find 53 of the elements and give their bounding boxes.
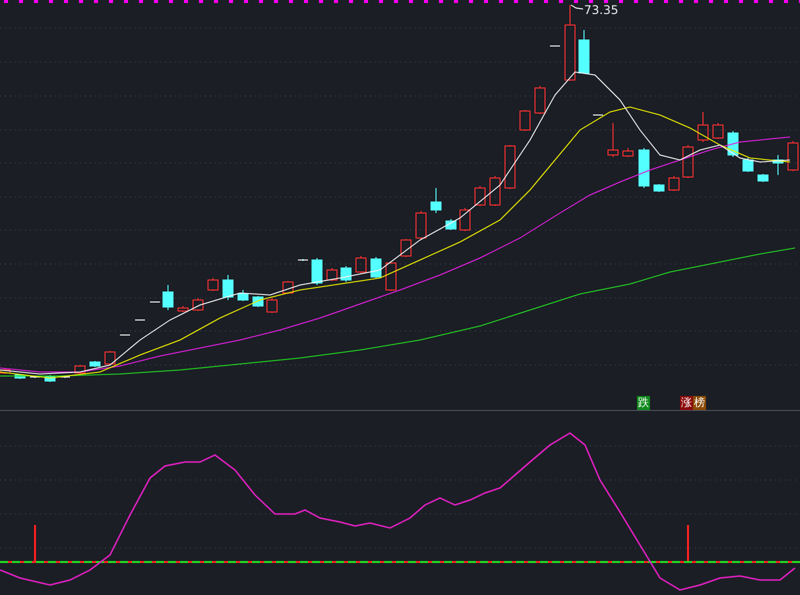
candlestick [698, 112, 708, 142]
candlestick [622, 148, 634, 158]
candlestick [340, 266, 352, 282]
candlestick [14, 374, 26, 380]
candlestick [400, 238, 412, 258]
candlestick [282, 280, 294, 294]
signal-tag: 涨 [680, 396, 693, 410]
candlestick [312, 258, 322, 286]
candlestick [772, 154, 784, 176]
candlestick [608, 122, 618, 158]
candlestick [104, 350, 116, 366]
candlestick [222, 274, 234, 300]
candlestick [60, 376, 70, 378]
candlestick [758, 174, 768, 182]
candlestick [712, 122, 724, 140]
candlestick [208, 278, 218, 292]
candlestick [474, 186, 486, 206]
candlestick [74, 364, 86, 374]
candlestick [238, 290, 248, 302]
candlestick [90, 360, 100, 368]
candlestick [192, 298, 204, 312]
candlestick [788, 140, 798, 172]
leader-line [570, 4, 584, 10]
candlestick [534, 86, 546, 114]
candlestick [460, 208, 470, 232]
high-price-label: 73.35 [584, 3, 618, 17]
candlestick [504, 144, 516, 190]
candlestick [386, 262, 396, 292]
candlestick [520, 110, 530, 132]
candlestick [356, 256, 366, 274]
candlestick [638, 148, 650, 188]
candlestick [416, 210, 426, 240]
candlestick [266, 298, 278, 314]
candlestick [252, 296, 264, 308]
candlestick [578, 30, 590, 74]
candlestick [44, 374, 56, 382]
candlestick [654, 184, 664, 192]
candlestick [742, 158, 754, 172]
candlestick [120, 334, 130, 336]
candlestick [592, 114, 604, 116]
signal-tag: 跌 [637, 396, 650, 410]
candlestick [162, 284, 174, 310]
candlestick [0, 368, 10, 374]
candlestick [430, 188, 442, 214]
candlestick [682, 144, 694, 178]
candlestick [298, 258, 308, 262]
candlestick [668, 176, 680, 192]
candlestick [370, 256, 382, 278]
candlestick [178, 306, 188, 312]
candlestick [490, 176, 500, 206]
candlestick [326, 268, 338, 282]
signal-tag: 榜 [693, 396, 706, 410]
candlestick [30, 376, 40, 378]
